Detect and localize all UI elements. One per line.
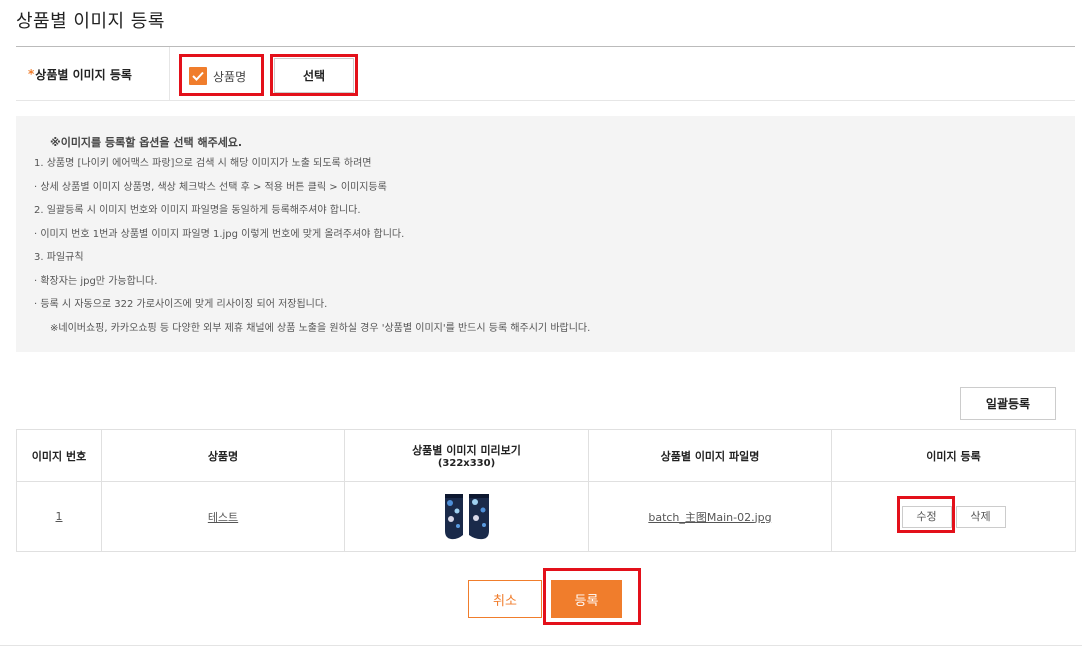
highlight-box <box>543 568 641 625</box>
notice-line: · 상세 상품별 이미지 상품명, 색상 체크박스 선택 후 > 적용 버튼 클… <box>34 181 387 193</box>
row-product-link[interactable]: 테스트 <box>208 511 238 524</box>
notice-line: 1. 상품명 [나이키 에어맥스 파랑]으로 검색 시 해당 이미지가 노출 되… <box>34 158 372 169</box>
highlight-box <box>179 54 264 96</box>
notice-line: 3. 파일규칙 <box>34 252 84 263</box>
header-preview: 상품별 이미지 미리보기 (322x330) <box>344 429 589 482</box>
bottom-divider <box>0 645 1082 646</box>
header-number: 이미지 번호 <box>16 429 102 482</box>
header-preview-size: (322x330) <box>437 458 496 469</box>
row-file-name-link[interactable]: batch_主图Main-02.jpg <box>648 511 771 524</box>
image-table: 이미지 번호 상품명 상품별 이미지 미리보기 (322x330) 상품별 이미… <box>16 429 1076 552</box>
notice-line: 2. 일괄등록 시 이미지 번호와 이미지 파일명을 동일하게 등록해주셔야 합… <box>34 205 361 216</box>
table-header-row: 이미지 번호 상품명 상품별 이미지 미리보기 (322x330) 상품별 이미… <box>16 429 1076 482</box>
product-thumbnail[interactable] <box>441 491 493 543</box>
notice-line: · 확장자는 jpg만 가능합니다. <box>34 275 158 287</box>
bulk-register-button[interactable]: 일괄등록 <box>960 387 1056 420</box>
highlight-box <box>897 496 955 533</box>
option-row: * 상품별 이미지 등록 <box>16 47 1075 101</box>
header-file-name: 상품별 이미지 파일명 <box>588 429 832 482</box>
option-label: * 상품별 이미지 등록 <box>16 47 170 101</box>
required-mark: * <box>28 67 35 81</box>
header-register: 이미지 등록 <box>831 429 1076 482</box>
notice-heading: ※이미지를 등록할 옵션을 선택 해주세요. <box>50 136 243 149</box>
notice-line: ※네이버쇼핑, 카카오쇼핑 등 다양한 외부 제휴 채널에 상품 노출을 원하실… <box>50 322 591 334</box>
notice-box: ※이미지를 등록할 옵션을 선택 해주세요. 1. 상품명 [나이키 에어맥스 … <box>16 116 1075 352</box>
highlight-box <box>270 54 358 96</box>
cancel-button[interactable]: 취소 <box>468 580 542 618</box>
row-number-link[interactable]: 1 <box>56 510 63 523</box>
delete-button[interactable]: 삭제 <box>955 505 1006 528</box>
notice-line: · 이미지 번호 1번과 상품별 이미지 파일명 1.jpg 이렇게 번호에 맞… <box>34 228 405 240</box>
option-label-text: 상품별 이미지 등록 <box>35 67 132 82</box>
header-preview-label: 상품별 이미지 미리보기 <box>412 444 521 457</box>
notice-line: · 등록 시 자동으로 322 가로사이즈에 맞게 리사이징 되어 저장됩니다. <box>34 299 328 310</box>
page-title: 상품별 이미지 등록 <box>16 11 165 32</box>
header-product-name: 상품명 <box>101 429 345 482</box>
